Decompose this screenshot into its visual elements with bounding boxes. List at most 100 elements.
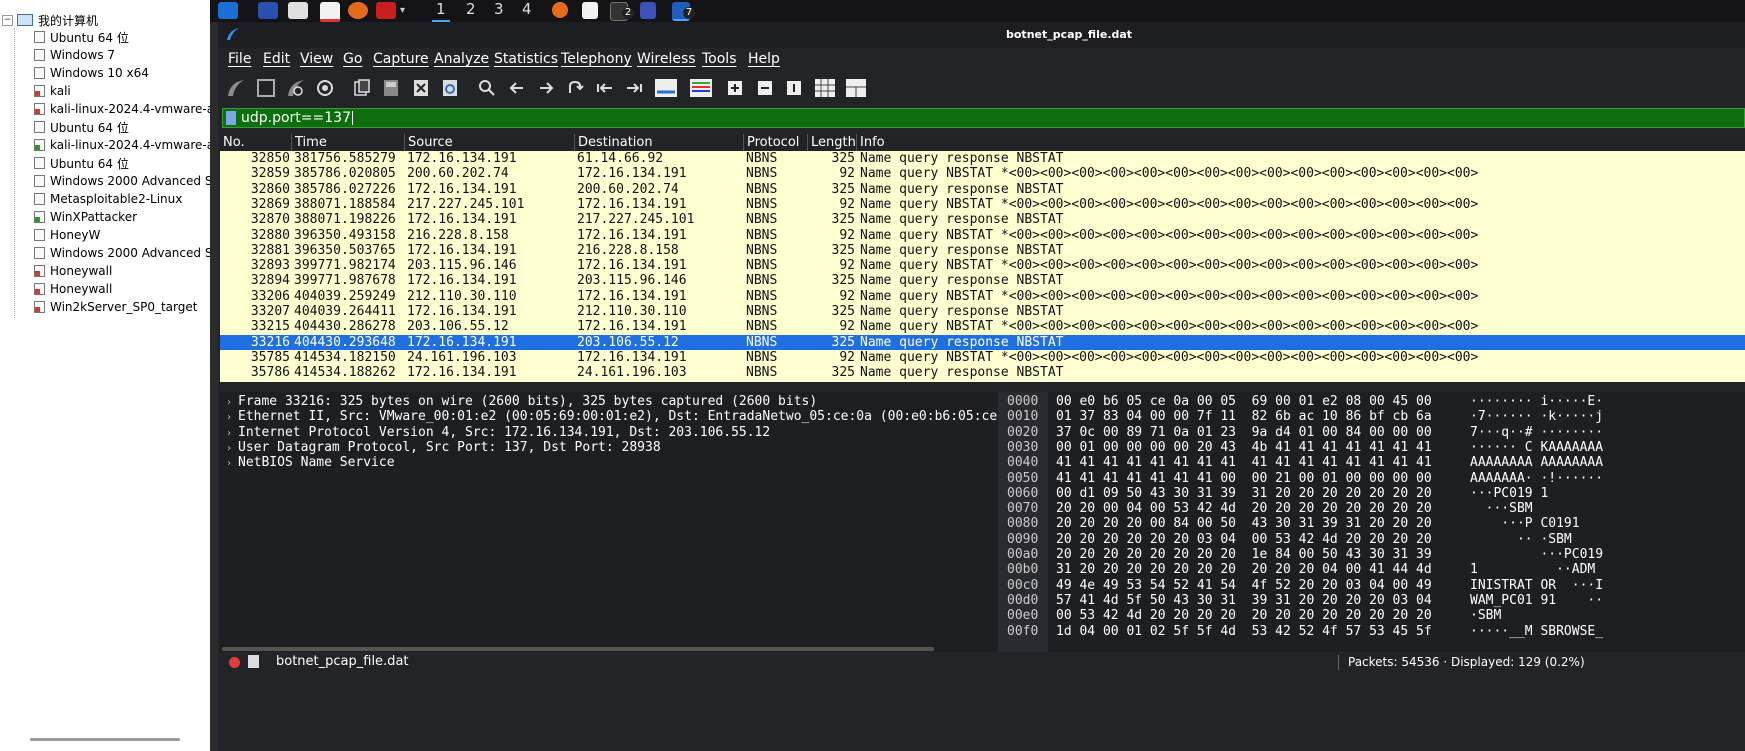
close-file-icon[interactable] [411,78,431,98]
expand-arrow-icon[interactable]: › [226,410,238,424]
normal-size-icon[interactable] [786,78,802,98]
first-packet-icon[interactable] [595,78,615,98]
text-editor-icon[interactable] [320,2,340,23]
table-row[interactable]: 33206 404039.259249 212.110.30.110 172.16.1… [220,288,1745,304]
zoom-out-icon[interactable] [757,78,773,98]
ascii-bytes[interactable]: ········ i·····E· [1470,394,1603,409]
tree-item-vm[interactable]: kali-linux-2024.4-vmware-amd [34,136,210,154]
tree-item-vm[interactable]: HoneyW [34,226,100,244]
menu-tools[interactable]: Tools [702,51,737,67]
tree-item-vm[interactable]: Honeywall [34,262,112,280]
table-row[interactable]: 32893 399771.982174 203.115.96.146 172.16.1… [220,258,1745,274]
open-file-icon[interactable] [352,78,372,98]
hex-bytes[interactable]: 37 0c 00 89 71 0a 01 23 9a d4 01 00 84 0… [1056,425,1432,440]
go-back-arrow-icon[interactable] [507,78,527,98]
stop-square-icon[interactable] [256,78,276,98]
hex-bytes[interactable]: 20 20 20 20 00 84 00 50 43 30 31 39 31 2… [1056,516,1432,531]
hex-bytes[interactable]: 00 d1 09 50 43 30 31 39 31 20 20 20 20 2… [1056,486,1432,501]
column-header-protocol[interactable]: Protocol [744,134,808,151]
expert-info-red-icon[interactable] [229,657,240,668]
tree-item-vm[interactable]: WinXPattacker [34,208,137,226]
tree-item-vm[interactable]: kali [34,82,71,100]
colorize-icon[interactable] [689,78,713,98]
detail-tree-row[interactable]: › Ethernet II, Src: VMware_00:01:e2 (00:0… [220,409,998,424]
table-row[interactable]: 35785 414534.182150 24.161.196.103 172.16.1… [220,349,1745,366]
chevron-down-icon[interactable]: ▾ [400,5,412,22]
app-window-icon[interactable] [640,2,656,19]
terminal-red-icon[interactable] [376,2,396,19]
expand-arrow-icon[interactable]: › [226,441,238,455]
ascii-bytes[interactable]: ·7······ ·k·····j [1470,409,1603,424]
workspace-3[interactable]: 3 [490,0,508,20]
table-row[interactable]: 33207 404039.264411 172.16.134.191 212.110.… [220,304,1745,320]
menu-wireless[interactable]: Wireless [637,51,696,67]
ascii-bytes[interactable]: ·SBM [1470,608,1501,623]
display-filter-input[interactable]: udp.port==137 [241,110,351,126]
table-row[interactable]: 33215 404430.286278 203.106.55.12 172.16.13… [220,319,1745,335]
bookmark-icon[interactable] [226,111,236,125]
column-header-length[interactable]: Length [808,134,857,151]
workspace-1[interactable]: 1 [432,0,450,22]
table-row[interactable]: 32870 388071.198226 172.16.134.191 217.227.… [220,212,1745,228]
ascii-bytes[interactable]: ·····__M SBROWSE_ [1470,624,1603,639]
shark-fin-start-icon[interactable] [226,78,246,98]
find-magnifier-icon[interactable] [477,78,497,98]
menu-edit[interactable]: Edit [263,51,290,67]
tree-root-my-computer[interactable]: − 我的计算机 [2,11,98,29]
ascii-bytes[interactable]: ·· ·SBM [1470,532,1572,547]
column-header-destination[interactable]: Destination [575,134,744,151]
go-to-packet-icon[interactable] [565,78,585,98]
hex-bytes[interactable]: 31 20 20 20 20 20 20 20 20 20 20 04 00 4… [1056,562,1432,577]
menu-go[interactable]: Go [343,51,362,67]
tree-item-vm[interactable]: Win2kServer_SP0_target [34,298,197,316]
save-file-icon[interactable] [381,78,401,98]
detail-tree-row[interactable]: › Frame 33216: 325 bytes on wire (2600 bi… [220,394,998,409]
last-packet-icon[interactable] [624,78,644,98]
restart-fin-icon[interactable] [286,78,306,98]
pane-splitter[interactable] [218,382,1745,392]
collapse-icon[interactable]: − [2,14,13,26]
firefox-icon[interactable] [348,2,368,19]
hex-bytes[interactable]: 20 20 20 20 20 20 03 04 00 53 42 4d 20 2… [1056,532,1432,547]
hex-bytes[interactable]: 41 41 41 41 41 41 41 00 00 21 00 01 00 0… [1056,471,1432,486]
tree-item-vm[interactable]: Windows 7 [34,46,115,64]
title-bar[interactable]: botnet_pcap_file.dat [218,22,1745,48]
hex-bytes[interactable]: 49 4e 49 53 54 52 41 54 4f 52 20 20 03 0… [1056,578,1432,593]
autoscroll-icon[interactable] [654,78,678,98]
capture-comment-icon[interactable] [248,655,259,668]
ascii-bytes[interactable]: ···PC019 1 [1470,486,1548,501]
tree-item-vm[interactable]: Honeywall [34,280,112,298]
ascii-bytes[interactable]: 7···q··# ········ [1470,425,1603,440]
table-row[interactable]: 32850 381756.585279 172.16.134.191 61.14.66… [220,151,1745,167]
column-header-no[interactable]: No. [220,134,292,151]
expand-arrow-icon[interactable]: › [226,456,238,470]
table-row[interactable]: 32859 385786.020805 200.60.202.74 172.16.13… [220,166,1745,182]
file-manager-icon[interactable] [288,2,308,19]
reload-file-icon[interactable] [440,78,460,98]
detail-tree-row[interactable]: › NetBIOS Name Service [220,455,998,470]
menu-file[interactable]: File [228,51,251,67]
detail-tree-row[interactable]: › User Datagram Protocol, Src Port: 137, … [220,440,998,455]
hex-bytes[interactable]: 1d 04 00 01 02 5f 5f 4d 53 42 52 4f 57 5… [1056,624,1432,639]
firefox-window-icon[interactable] [552,2,568,18]
column-header-time[interactable]: Time [292,134,405,151]
table-row[interactable]: 32869 388071.188584 217.227.245.101 172.16.… [220,196,1745,213]
hex-bytes[interactable]: 00 e0 b6 05 ce 0a 00 05 69 00 01 e2 08 0… [1056,394,1432,409]
tree-item-vm[interactable]: Windows 2000 Advanced Serv [34,172,210,190]
table-row[interactable]: 32881 396350.503765 172.16.134.191 216.228.… [220,242,1745,259]
expand-arrow-icon[interactable]: › [226,395,238,409]
display-filter-bar[interactable]: udp.port==137 [222,108,1745,128]
menu-view[interactable]: View [300,51,333,67]
hex-bytes[interactable]: 20 20 20 20 20 20 20 20 1e 84 00 50 43 3… [1056,547,1432,562]
ascii-bytes[interactable]: ···PC019 [1470,547,1603,562]
menu-capture[interactable]: Capture [373,51,429,67]
tree-item-vm[interactable]: Metasploitable2-Linux [34,190,182,208]
ascii-bytes[interactable]: WAM_PC01 91 ·· [1470,593,1603,608]
tree-horizontal-scrollbar[interactable] [30,738,180,741]
tree-item-vm[interactable]: Ubuntu 64 位 [34,28,129,46]
app-launcher-icon[interactable] [218,2,238,19]
column-header-source[interactable]: Source [405,134,575,151]
workspace-2[interactable]: 2 [462,0,480,20]
table-row[interactable]: 32860 385786.027226 172.16.134.191 200.60.2… [220,181,1745,197]
hex-bytes[interactable]: 57 41 4d 5f 50 43 30 31 39 31 20 20 20 2… [1056,593,1432,608]
